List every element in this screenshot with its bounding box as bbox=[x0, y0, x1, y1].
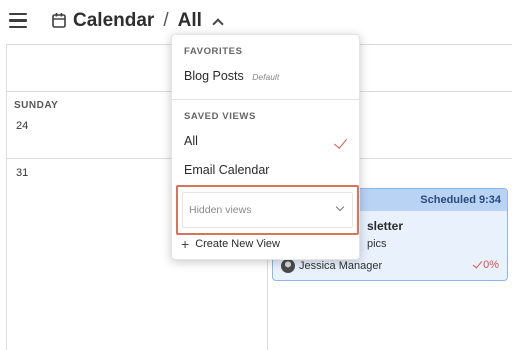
view-item-blog-posts[interactable]: Blog Posts Default bbox=[184, 69, 279, 83]
plus-icon: + bbox=[181, 236, 190, 252]
chevron-up-icon bbox=[212, 18, 224, 30]
chevron-down-icon bbox=[335, 202, 345, 212]
event-subtitle: pics bbox=[367, 238, 387, 250]
calendar-icon bbox=[52, 13, 66, 28]
views-dropdown: FAVORITES Blog Posts Default SAVED VIEWS… bbox=[171, 34, 360, 260]
date-cell-31[interactable]: 31 bbox=[16, 167, 28, 179]
selected-check-icon bbox=[333, 135, 348, 149]
hidden-views-toggle[interactable]: Hidden views bbox=[182, 192, 353, 228]
saved-views-heading: SAVED VIEWS bbox=[184, 111, 256, 122]
avatar bbox=[281, 259, 295, 273]
assignee-name: Jessica Manager bbox=[299, 260, 383, 272]
menu-divider bbox=[172, 99, 359, 100]
current-view-label: All bbox=[177, 10, 202, 31]
event-title: sletter bbox=[367, 219, 404, 233]
default-tag: Default bbox=[252, 72, 280, 82]
breadcrumb-calendar[interactable]: Calendar bbox=[73, 10, 154, 32]
create-new-view-button[interactable]: + Create New View bbox=[181, 236, 280, 252]
checkmark-icon bbox=[472, 257, 483, 269]
progress-value: 0% bbox=[483, 259, 499, 271]
event-assignee: Jessica Manager bbox=[281, 259, 382, 273]
event-status: Scheduled 9:34 bbox=[420, 194, 501, 206]
hamburger-menu-icon[interactable] bbox=[9, 13, 27, 28]
day-name-sunday: SUNDAY bbox=[14, 100, 59, 111]
breadcrumb: Calendar / All bbox=[73, 10, 224, 32]
create-new-view-label: Create New View bbox=[195, 238, 280, 250]
hidden-views-label: Hidden views bbox=[189, 204, 252, 216]
event-progress: 0% bbox=[472, 257, 499, 271]
favorites-heading: FAVORITES bbox=[184, 46, 243, 57]
view-switcher[interactable]: All bbox=[177, 10, 224, 32]
breadcrumb-separator: / bbox=[163, 10, 169, 31]
hidden-views-highlight: Hidden views bbox=[176, 185, 359, 235]
view-item-email-calendar[interactable]: Email Calendar bbox=[184, 163, 269, 177]
view-item-all[interactable]: All bbox=[184, 134, 198, 148]
date-cell-24[interactable]: 24 bbox=[16, 120, 28, 132]
view-item-label: Blog Posts bbox=[184, 69, 244, 83]
